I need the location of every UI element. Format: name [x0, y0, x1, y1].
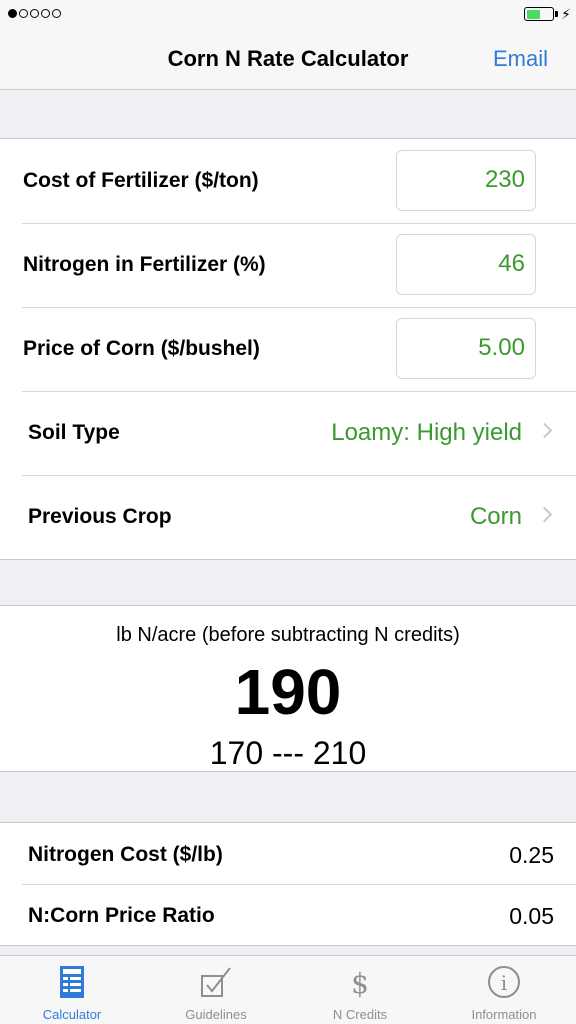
navigation-bar: Corn N Rate Calculator Email	[0, 30, 576, 90]
previous-crop-value: Corn	[469, 503, 522, 530]
tab-guidelines[interactable]: Guidelines	[144, 956, 288, 1024]
previous-crop-row[interactable]: Previous Crop Corn	[0, 475, 576, 559]
calculator-icon	[60, 966, 84, 998]
price-ratio-value: 0.05	[509, 903, 554, 929]
soil-type-row[interactable]: Soil Type Loamy: High yield	[0, 391, 576, 475]
page-title: Corn N Rate Calculator	[167, 46, 409, 71]
nitrogen-percent-row: Nitrogen in Fertilizer (%) 46	[0, 223, 576, 307]
result-panel: lb N/acre (before subtracting N credits)…	[0, 605, 576, 772]
tab-label: Guidelines	[185, 1007, 247, 1022]
chevron-right-icon	[536, 422, 553, 439]
info-icon: i	[488, 966, 520, 998]
svg-text:$: $	[351, 967, 369, 1000]
tab-label: Information	[471, 1007, 537, 1022]
soil-type-value: Loamy: High yield	[331, 419, 522, 446]
tab-label: Calculator	[42, 1007, 102, 1022]
price-ratio-label: N:Corn Price Ratio	[28, 904, 215, 927]
battery-icon	[524, 7, 554, 21]
fertilizer-cost-label: Cost of Fertilizer ($/ton)	[23, 169, 259, 192]
nitrogen-cost-label: Nitrogen Cost ($/lb)	[28, 843, 223, 866]
result-range: 170 --- 210	[209, 735, 367, 771]
tab-n-credits[interactable]: $ N Credits	[288, 956, 432, 1024]
checkbox-icon	[201, 967, 231, 997]
corn-price-input[interactable]: 5.00	[396, 318, 536, 379]
fertilizer-cost-row: Cost of Fertilizer ($/ton) 230	[0, 139, 576, 223]
email-button[interactable]: Email	[493, 30, 548, 90]
dollar-icon: $	[351, 967, 369, 1000]
tab-information[interactable]: i Information	[432, 956, 576, 1024]
nitrogen-percent-input[interactable]: 46	[396, 234, 536, 295]
signal-strength-icon	[8, 9, 61, 18]
nitrogen-cost-value: 0.25	[509, 842, 554, 868]
svg-text:i: i	[501, 971, 507, 995]
charging-icon: ⚡	[561, 6, 571, 22]
previous-crop-label: Previous Crop	[28, 505, 172, 528]
chevron-right-icon	[536, 506, 553, 523]
tab-label: N Credits	[332, 1007, 388, 1022]
nitrogen-cost-row: Nitrogen Cost ($/lb) 0.25	[0, 823, 576, 884]
result-caption: lb N/acre (before subtracting N credits)	[116, 624, 460, 646]
inputs-group: Cost of Fertilizer ($/ton) 230 Nitrogen …	[0, 138, 576, 560]
status-bar: ⚡	[0, 0, 576, 30]
soil-type-label: Soil Type	[28, 421, 120, 444]
tab-calculator[interactable]: Calculator	[0, 956, 144, 1024]
corn-price-label: Price of Corn ($/bushel)	[23, 337, 260, 360]
price-ratio-row: N:Corn Price Ratio 0.05	[0, 884, 576, 945]
tab-bar: Calculator Guidelines $ N Credits i Info…	[0, 955, 576, 1024]
details-group: Nitrogen Cost ($/lb) 0.25 N:Corn Price R…	[0, 822, 576, 946]
nitrogen-percent-label: Nitrogen in Fertilizer (%)	[23, 253, 266, 276]
corn-price-row: Price of Corn ($/bushel) 5.00	[0, 307, 576, 391]
result-value: 190	[234, 656, 342, 728]
fertilizer-cost-input[interactable]: 230	[396, 150, 536, 211]
